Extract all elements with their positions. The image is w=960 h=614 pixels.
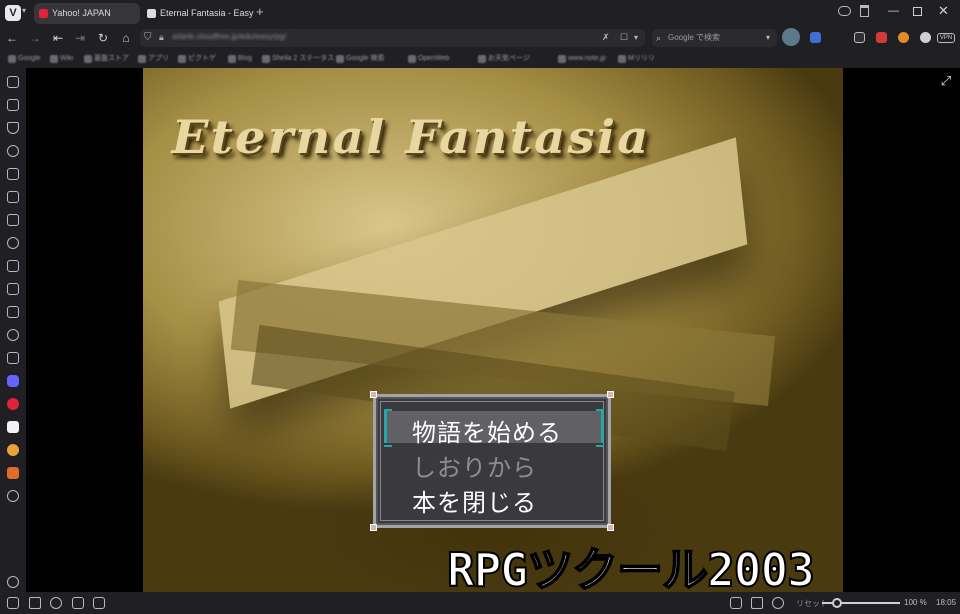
bookmark-icon[interactable]: ☐ [620, 32, 628, 43]
page-icon [147, 9, 156, 18]
bookmark-item[interactable]: Google [8, 53, 41, 65]
url-text: arlarle.cloudfree.jp/edu/easyrpg/ [172, 32, 287, 41]
cloud-sync-icon[interactable] [50, 597, 62, 609]
vpn-icon[interactable]: VPN [937, 33, 955, 43]
tasks-icon[interactable] [7, 306, 19, 318]
bookmark-item[interactable]: 基盤ストア [84, 53, 129, 65]
history-icon[interactable] [7, 145, 19, 157]
bookmark-item[interactable]: ピクトゲ [178, 53, 216, 65]
bookmark-item[interactable]: お天気ページ [478, 53, 530, 65]
page-actions-icon[interactable] [772, 597, 784, 609]
pocket-icon[interactable] [876, 32, 887, 43]
mastodon-icon[interactable] [7, 375, 19, 387]
game-title: Eternal Fantasia [171, 110, 651, 164]
window-panel-icon[interactable] [7, 214, 19, 226]
search-placeholder: Google で検索 [668, 33, 721, 42]
back-icon[interactable]: ← [4, 30, 20, 46]
add-panel-icon[interactable] [7, 490, 19, 502]
settings-icon[interactable] [7, 576, 19, 588]
contacts-icon[interactable] [7, 352, 19, 364]
wikipedia-icon[interactable] [7, 421, 19, 433]
url-field[interactable]: ⛉ 🔒︎ arlarle.cloudfree.jp/edu/easyrpg/ ✗… [140, 29, 645, 47]
shield-icon[interactable]: ⛉ [144, 32, 152, 43]
bookmark-item[interactable]: Sheila 2 ステータス [262, 53, 334, 65]
chevron-down-icon[interactable]: ▾ [634, 33, 638, 42]
menu-corner [607, 524, 614, 531]
bookmark-item[interactable]: OpenWeb [408, 53, 449, 65]
tab-eternal-fantasia[interactable]: Eternal Fantasia - EasyRPG [142, 3, 254, 24]
home-icon[interactable]: ⌂ [118, 30, 134, 46]
sync-icon[interactable] [7, 237, 19, 249]
calendar-icon[interactable] [7, 283, 19, 295]
minimize-icon[interactable]: — [888, 5, 899, 17]
downloads-icon[interactable] [7, 122, 19, 134]
vivaldi-social-icon[interactable] [7, 398, 19, 410]
profile-avatar[interactable] [782, 28, 800, 46]
bookmark-item[interactable]: Mリリリ [618, 53, 655, 65]
tab-label: Yahoo! JAPAN [52, 8, 111, 18]
zoom-slider-handle[interactable] [832, 598, 842, 608]
side-panel [0, 68, 26, 592]
tab-bar: V ▾ Yahoo! JAPAN Eternal Fantasia - Easy… [0, 0, 960, 26]
forward-icon[interactable]: → [27, 30, 43, 46]
menu-item-continue[interactable]: しおりから [412, 448, 537, 483]
tiling-icon[interactable] [751, 597, 763, 609]
vivaldi-menu-icon[interactable]: V [5, 5, 21, 21]
bookmark-item[interactable]: Blog [228, 53, 252, 65]
mail-status-icon[interactable] [72, 597, 84, 609]
fox-icon[interactable] [7, 467, 19, 479]
lock-icon: 🔒︎ [159, 32, 164, 42]
addon-icon[interactable] [898, 32, 909, 43]
chevron-down-icon[interactable]: ▾ [766, 29, 770, 47]
search-icon: ⌕ [656, 33, 662, 43]
fast-forward-icon[interactable]: ⇥ [72, 30, 88, 46]
tab-label: Eternal Fantasia - EasyRPG [160, 8, 254, 18]
bookmarks-bar: Google Wiki 基盤ストア アプリ ピクトゲ Blog Sheila 2… [0, 50, 960, 68]
tile-icon[interactable] [29, 597, 41, 609]
menu-item-new-game[interactable]: 物語を始める [412, 413, 562, 448]
reading-list-icon[interactable] [7, 99, 19, 111]
menu-item-quit[interactable]: 本を閉じる [412, 483, 537, 518]
clock: 18:05 [936, 598, 957, 607]
translate-icon[interactable]: ✗ [602, 32, 610, 43]
menu-corner [370, 391, 377, 398]
bookmark-item[interactable]: Google 検索 [336, 53, 385, 65]
bookmark-item[interactable]: アプリ [138, 53, 169, 65]
zoom-level: 100 % [904, 598, 927, 607]
tab-yahoo[interactable]: Yahoo! JAPAN [34, 3, 140, 24]
title-menu: 物語を始める しおりから 本を閉じる [370, 391, 614, 531]
game-canvas[interactable]: Eternal Fantasia 物語を始める しおりから 本を閉じる RPGツ… [143, 68, 843, 592]
cloud-icon[interactable] [838, 6, 851, 16]
menu-corner [607, 391, 614, 398]
rpg-maker-logo: RPGツクール2003 [446, 542, 816, 592]
reload-icon[interactable]: ↻ [95, 30, 111, 46]
reader-icon[interactable] [854, 32, 865, 43]
close-icon[interactable]: ✕ [938, 3, 949, 19]
web-panel-icon[interactable] [7, 444, 19, 456]
extension-icon[interactable] [810, 32, 821, 43]
menu-corner [370, 524, 377, 531]
rewind-icon[interactable]: ⇤ [50, 30, 66, 46]
panel-icon[interactable] [920, 32, 931, 43]
calendar-status-icon[interactable] [93, 597, 105, 609]
mail-icon[interactable] [7, 260, 19, 272]
capture-icon[interactable] [730, 597, 742, 609]
new-tab-icon[interactable]: + [256, 4, 264, 19]
page-content: Eternal Fantasia 物語を始める しおりから 本を閉じる RPGツ… [26, 68, 960, 592]
search-field[interactable]: ⌕ Google で検索 ▾ [652, 29, 777, 47]
fullscreen-icon[interactable]: ⤢ [938, 73, 954, 89]
chevron-down-icon[interactable]: ▾ [22, 6, 26, 15]
trash-icon[interactable] [860, 5, 869, 17]
status-bar: リセット 100 % 18:05 [0, 592, 960, 614]
translate-panel-icon[interactable] [7, 191, 19, 203]
bookmarks-panel-icon[interactable] [7, 76, 19, 88]
bookmark-item[interactable]: Wiki [50, 53, 73, 65]
bookmark-item[interactable]: www.note.jp [558, 53, 606, 65]
panel-toggle-icon[interactable] [7, 597, 19, 609]
yahoo-icon [39, 9, 48, 18]
feeds-icon[interactable] [7, 329, 19, 341]
maximize-icon[interactable] [913, 7, 922, 16]
notes-icon[interactable] [7, 168, 19, 180]
address-bar: ← → ⇤ ⇥ ↻ ⌂ ⛉ 🔒︎ arlarle.cloudfree.jp/ed… [0, 26, 960, 50]
